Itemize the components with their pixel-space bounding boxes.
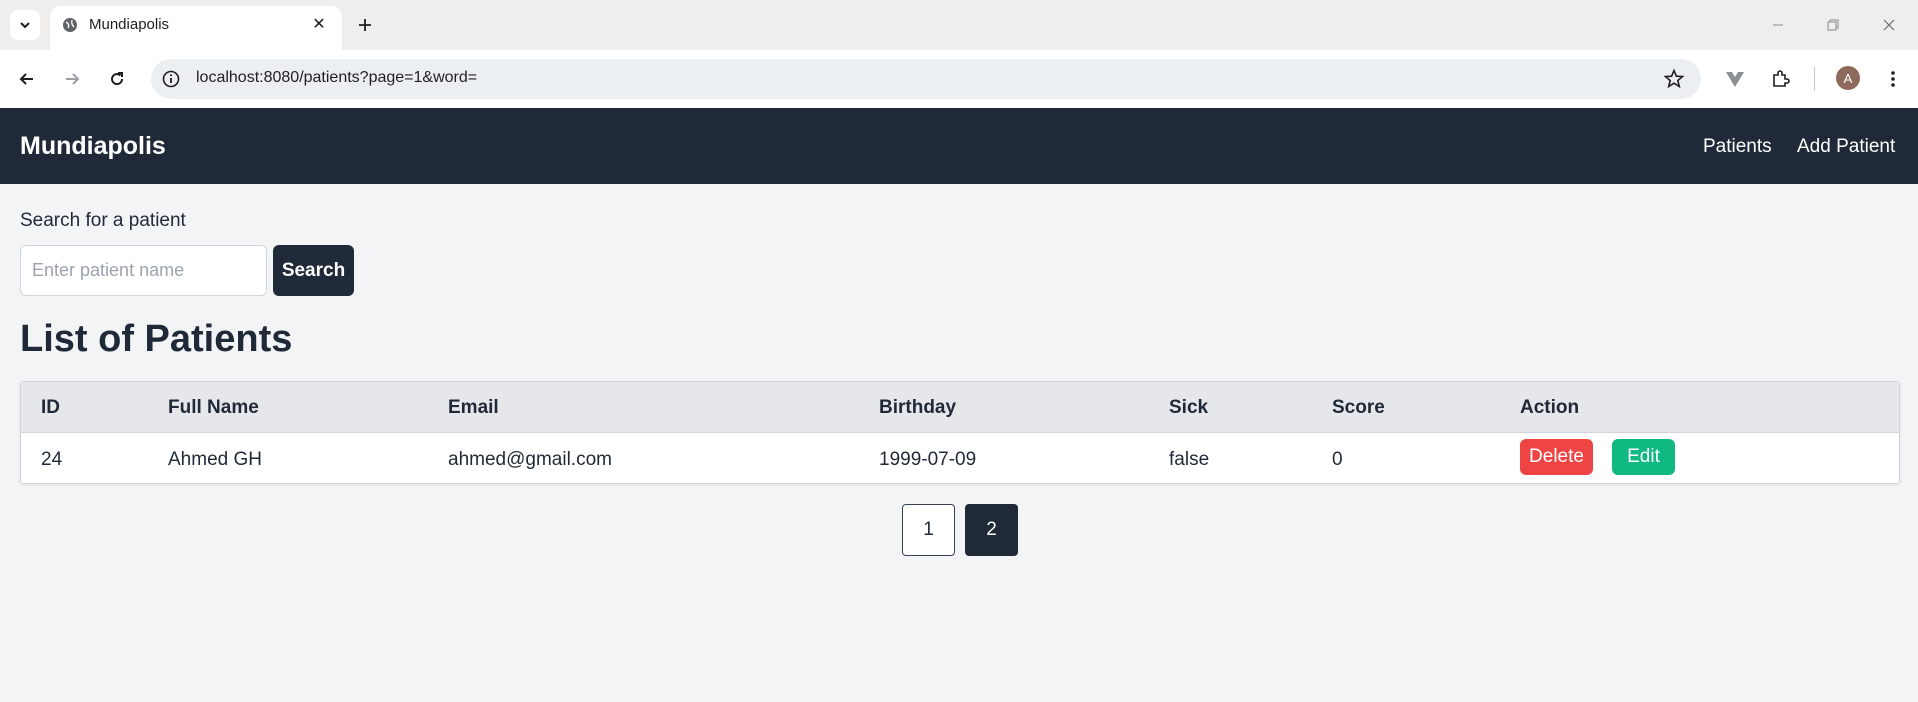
tab-search-button[interactable] — [10, 10, 40, 40]
reload-icon — [111, 72, 124, 86]
reload-button[interactable] — [100, 62, 134, 96]
plus-icon — [359, 19, 371, 31]
extensions-menu-button[interactable] — [1763, 62, 1797, 96]
minimize-icon — [1773, 24, 1783, 26]
new-tab-button[interactable] — [352, 12, 378, 38]
close-tab-icon[interactable]: ✕ — [308, 13, 330, 35]
cell-score: 0 — [1332, 449, 1343, 470]
page-title: List of Patients — [20, 318, 293, 360]
globe-icon — [63, 18, 77, 32]
nav-link-patients[interactable]: Patients — [1703, 136, 1772, 158]
more-vert-icon — [1891, 71, 1895, 87]
browser-menu-button[interactable] — [1876, 62, 1910, 96]
nav-link-add-patient[interactable]: Add Patient — [1797, 136, 1895, 158]
restore-button[interactable] — [1818, 10, 1848, 40]
puzzle-icon — [1773, 70, 1790, 87]
column-header-sick: Sick — [1169, 397, 1209, 418]
url-text[interactable]: localhost:8080/patients?page=1&word= — [196, 69, 477, 87]
extension-button[interactable] — [1718, 62, 1752, 96]
restore-icon — [1827, 19, 1839, 31]
table-row: 24 Ahmed GH ahmed@gmail.com 1999-07-09 f… — [21, 433, 1899, 483]
close-icon — [1883, 19, 1895, 31]
column-header-score: Score — [1332, 397, 1385, 418]
arrow-right-icon — [66, 73, 80, 85]
cell-email: ahmed@gmail.com — [448, 449, 612, 470]
page-button-1[interactable]: 1 — [902, 504, 955, 556]
column-header-email: Email — [448, 397, 499, 418]
table-header: ID Full Name Email Birthday Sick Score A… — [21, 382, 1899, 433]
cell-full-name: Ahmed GH — [168, 449, 262, 470]
brand-logo[interactable]: Mundiapolis — [20, 132, 166, 161]
toolbar-divider — [1814, 67, 1815, 91]
search-label: Search for a patient — [20, 210, 186, 231]
edit-button[interactable]: Edit — [1612, 439, 1675, 475]
delete-button[interactable]: Delete — [1520, 439, 1593, 475]
column-header-full-name: Full Name — [168, 397, 259, 418]
back-button[interactable] — [10, 62, 44, 96]
close-window-button[interactable] — [1874, 10, 1904, 40]
column-header-birthday: Birthday — [879, 397, 957, 418]
chevron-down-icon — [20, 22, 30, 29]
cell-sick: false — [1169, 449, 1210, 470]
search-button[interactable]: Search — [273, 245, 354, 296]
patients-table: ID Full Name Email Birthday Sick Score A… — [20, 381, 1900, 484]
column-header-id: ID — [41, 397, 60, 418]
browser-toolbar: localhost:8080/patients?page=1&word= — [0, 50, 1918, 108]
forward-button[interactable] — [55, 62, 89, 96]
search-input[interactable] — [20, 245, 267, 296]
arrow-left-icon — [19, 73, 33, 85]
star-icon[interactable] — [1663, 68, 1685, 90]
minimize-button[interactable] — [1763, 10, 1793, 40]
cell-birthday: 1999-07-09 — [879, 449, 977, 470]
cell-id: 24 — [41, 449, 63, 470]
vuejs-devtools-icon — [1726, 72, 1744, 87]
address-bar[interactable]: localhost:8080/patients?page=1&word= — [151, 59, 1701, 99]
page-button-2[interactable]: 2 — [965, 504, 1018, 556]
browser-tab[interactable]: Mundiapolis ✕ — [50, 6, 342, 50]
browser-tabstrip: Mundiapolis ✕ — [0, 0, 1918, 50]
column-header-action: Action — [1520, 397, 1580, 418]
info-icon[interactable] — [161, 69, 181, 89]
profile-avatar[interactable]: A — [1836, 66, 1860, 90]
app-navbar: Mundiapolis Patients Add Patient — [0, 108, 1918, 184]
tab-title: Mundiapolis — [89, 16, 170, 33]
